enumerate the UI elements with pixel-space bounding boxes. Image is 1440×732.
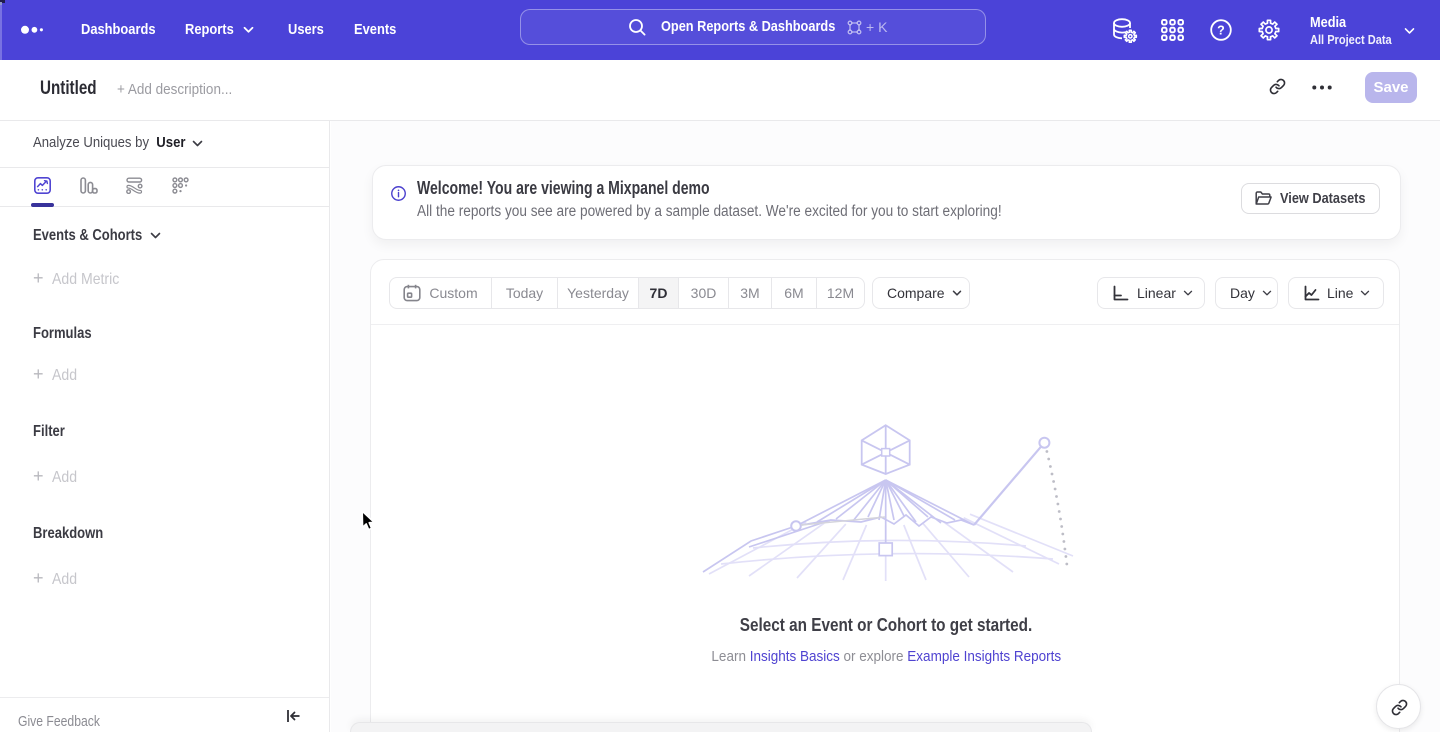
svg-text:?: ? xyxy=(1217,23,1225,37)
